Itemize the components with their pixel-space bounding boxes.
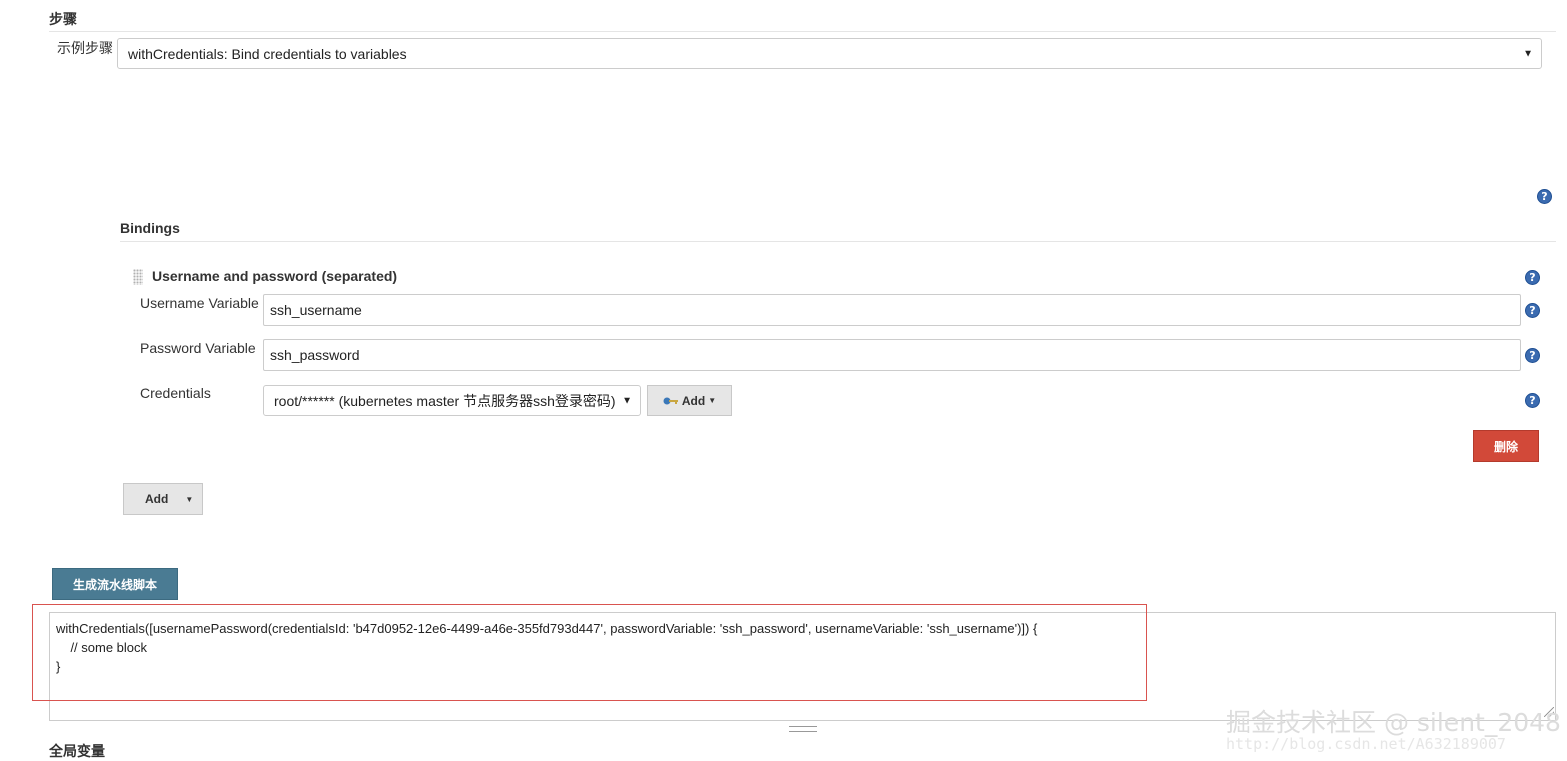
global-variables-title: 全局变量	[49, 743, 105, 759]
help-icon[interactable]: ?	[1525, 348, 1540, 363]
help-icon[interactable]: ?	[1525, 393, 1540, 408]
highlight-frame	[32, 604, 1147, 701]
credentials-label: Credentials	[140, 385, 211, 401]
chevron-down-icon: ▼	[708, 396, 717, 405]
bindings-title: Bindings	[120, 220, 180, 236]
key-icon	[663, 397, 678, 404]
credentials-value: root/****** (kubernetes master 节点服务器ssh登…	[274, 392, 616, 409]
help-icon[interactable]: ?	[1537, 189, 1552, 204]
add-binding-label: Add	[145, 492, 169, 506]
username-variable-input[interactable]: ssh_username	[263, 294, 1521, 326]
username-variable-label: Username Variable	[140, 295, 259, 311]
password-variable-input[interactable]: ssh_password	[263, 339, 1521, 371]
resize-handle-icon[interactable]	[789, 726, 817, 732]
binding-title: Username and password (separated)	[152, 268, 398, 284]
watermark-url: http://blog.csdn.net/A632189007	[1226, 735, 1506, 753]
delete-binding-button[interactable]: 删除	[1473, 430, 1539, 462]
add-credentials-label: Add	[681, 393, 706, 408]
bindings-divider	[120, 241, 1556, 242]
help-icon[interactable]: ?	[1525, 303, 1540, 318]
add-credentials-button[interactable]: Add ▼	[647, 385, 732, 416]
drag-handle-icon[interactable]	[133, 269, 143, 285]
sample-step-value: withCredentials: Bind credentials to var…	[128, 45, 407, 62]
watermark-text: 掘金技术社区 @ silent_2048	[1226, 708, 1561, 737]
credentials-select[interactable]: root/****** (kubernetes master 节点服务器ssh登…	[263, 385, 641, 416]
help-icon[interactable]: ?	[1525, 270, 1540, 285]
chevron-down-icon: ▼	[185, 494, 194, 504]
add-binding-button[interactable]: Add ▼	[123, 483, 203, 515]
steps-title: 步骤	[49, 11, 77, 27]
username-variable-value: ssh_username	[270, 302, 362, 318]
chevron-down-icon: ▼	[622, 395, 632, 406]
sample-step-select[interactable]: withCredentials: Bind credentials to var…	[117, 38, 1542, 69]
password-variable-value: ssh_password	[270, 347, 360, 363]
password-variable-label: Password Variable	[140, 340, 256, 356]
steps-divider	[49, 31, 1556, 32]
generate-pipeline-script-button[interactable]: 生成流水线脚本	[52, 568, 178, 600]
chevron-down-icon: ▼	[1523, 48, 1533, 59]
sample-step-label: 示例步骤	[57, 40, 113, 56]
